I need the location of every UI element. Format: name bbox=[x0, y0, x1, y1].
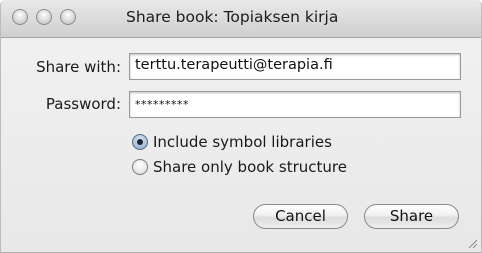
share-book-dialog: Share book: Topiaksen kirja Share with: … bbox=[0, 0, 482, 253]
share-with-field[interactable]: terttu.terapeutti@terapia.fi bbox=[129, 53, 461, 80]
radio-label: Include symbol libraries bbox=[153, 133, 332, 151]
radio-share-only-book-structure[interactable]: Share only book structure bbox=[132, 157, 347, 177]
share-with-label: Share with: bbox=[36, 58, 121, 76]
window-title: Share book: Topiaksen kirja bbox=[126, 8, 339, 26]
password-field[interactable]: ********* bbox=[129, 91, 461, 118]
radio-label: Share only book structure bbox=[153, 158, 347, 176]
resize-grip-icon[interactable] bbox=[467, 238, 477, 248]
password-label: Password: bbox=[45, 95, 121, 113]
zoom-icon[interactable] bbox=[60, 9, 76, 25]
cancel-button[interactable]: Cancel bbox=[253, 204, 348, 229]
share-button[interactable]: Share bbox=[364, 204, 459, 229]
radio-selected-icon[interactable] bbox=[132, 134, 148, 150]
title-bar[interactable]: Share book: Topiaksen kirja bbox=[1, 0, 481, 38]
close-icon[interactable] bbox=[12, 9, 28, 25]
radio-include-symbol-libraries[interactable]: Include symbol libraries bbox=[132, 132, 332, 152]
radio-unselected-icon[interactable] bbox=[132, 159, 148, 175]
minimize-icon[interactable] bbox=[36, 9, 52, 25]
